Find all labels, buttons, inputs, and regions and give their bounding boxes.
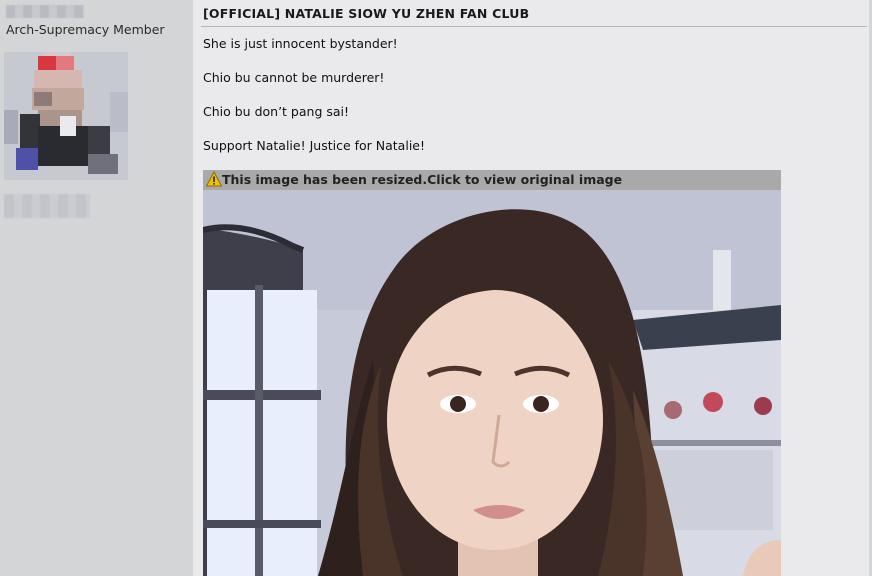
post-line-4: Support Natalie! Justice for Natalie!: [203, 138, 425, 153]
photo-portrait: [203, 190, 781, 576]
post-line-3: Chio bu don’t pang sai!: [203, 104, 350, 119]
notice-text: This image has been resized.Click to vie…: [222, 172, 623, 187]
user-info-blurred: [4, 194, 90, 218]
avatar[interactable]: [4, 52, 128, 180]
post-line-1: She is just innocent bystander!: [203, 36, 398, 51]
post-body: [OFFICIAL] NATALIE SIOW YU ZHEN FAN CLUB…: [193, 0, 869, 576]
user-sidebar: Arch-Supremacy Member: [0, 0, 192, 576]
post-title[interactable]: [OFFICIAL] NATALIE SIOW YU ZHEN FAN CLUB: [203, 6, 529, 21]
title-divider: [201, 26, 867, 27]
user-rank: Arch-Supremacy Member: [6, 22, 165, 37]
post-image[interactable]: [203, 190, 781, 576]
warning-icon: [206, 171, 222, 187]
username-blurred[interactable]: [6, 5, 84, 18]
post-line-2: Chio bu cannot be murderer!: [203, 70, 385, 85]
image-resized-notice[interactable]: This image has been resized.Click to vie…: [203, 170, 781, 190]
